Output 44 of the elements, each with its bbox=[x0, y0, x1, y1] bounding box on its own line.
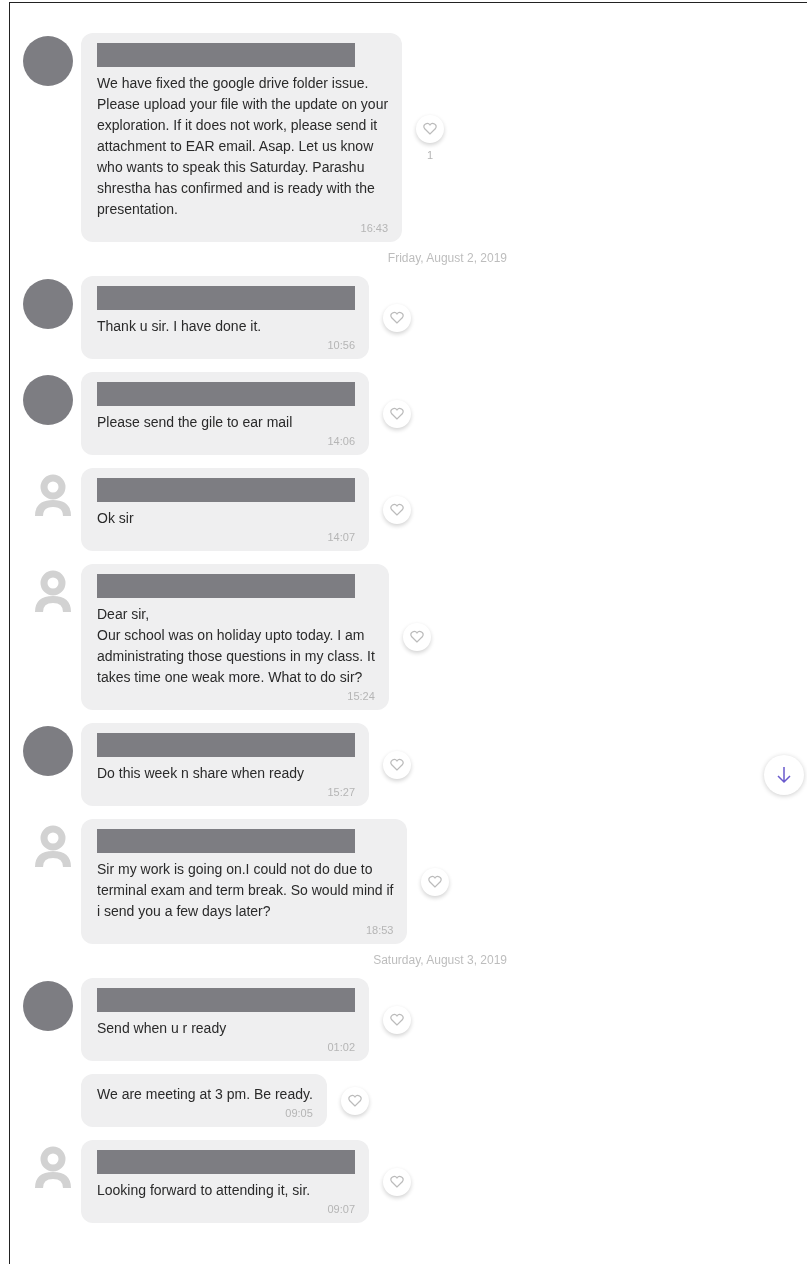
message-time: 10:56 bbox=[326, 339, 355, 351]
message-text: Thank u sir. I have done it. bbox=[97, 317, 263, 336]
avatar-silhouette-icon bbox=[33, 825, 73, 869]
avatar-circle bbox=[23, 279, 73, 329]
avatar-silhouette-icon bbox=[33, 474, 73, 518]
like-button[interactable] bbox=[340, 1086, 369, 1115]
message-text: Dear sir, Our school was on holiday upto today. I am administrating those questions in my class. It takes time one weak more. What to do sir? bbox=[97, 605, 375, 687]
message-time: 15:27 bbox=[326, 786, 355, 798]
like-count: 1 bbox=[427, 148, 434, 161]
message-text: Please send the gile to ear mail bbox=[97, 413, 294, 432]
like-button[interactable] bbox=[421, 867, 450, 896]
date-separator: Saturday, August 3, 2019 bbox=[373, 953, 507, 967]
message-time: 09:07 bbox=[326, 1203, 355, 1215]
message-text: Sir my work is going on.I could not do due to terminal exam and term break. So would mind if i send you a few days later? bbox=[97, 860, 394, 921]
message-time: 14:07 bbox=[326, 531, 355, 543]
date-separator: Friday, August 2, 2019 bbox=[387, 251, 507, 265]
like-button[interactable] bbox=[402, 623, 431, 651]
avatar-silhouette-icon bbox=[33, 1146, 73, 1190]
like-button[interactable] bbox=[383, 303, 411, 332]
message-time: 01:02 bbox=[326, 1041, 355, 1053]
like-button[interactable] bbox=[383, 1005, 411, 1034]
down-arrow-icon bbox=[774, 765, 794, 785]
like-button[interactable] bbox=[383, 1167, 411, 1196]
message-text: Looking forward to attending it, sir. bbox=[97, 1181, 312, 1200]
like-button[interactable] bbox=[383, 750, 411, 779]
avatar-silhouette-icon bbox=[33, 570, 73, 614]
like-button[interactable] bbox=[416, 114, 445, 143]
message-time: 09:05 bbox=[284, 1107, 313, 1119]
avatar-circle bbox=[23, 726, 73, 776]
scroll-down-button[interactable] bbox=[764, 755, 804, 795]
message-text: Ok sir bbox=[97, 509, 135, 528]
like-button[interactable] bbox=[383, 399, 411, 428]
message-time: 16:43 bbox=[359, 222, 389, 234]
message-text: We are meeting at 3 pm. Be ready. bbox=[97, 1085, 313, 1104]
like-button[interactable] bbox=[383, 495, 411, 524]
message-time: 18:53 bbox=[364, 924, 394, 936]
avatar-circle bbox=[23, 981, 73, 1031]
message-text: Send when u r ready bbox=[97, 1019, 228, 1038]
avatar-circle bbox=[23, 36, 73, 86]
avatar-circle bbox=[23, 375, 73, 425]
message-text: Do this week n share when ready bbox=[97, 764, 305, 783]
message-time: 15:24 bbox=[346, 690, 375, 702]
message-time: 14:06 bbox=[326, 435, 355, 447]
message-text: We have fixed the google drive folder issue. Please upload your file with the update on your exploration. If it does not work, please send it attachment to EAR email. Asap. Let us know who wants to speak this Saturday. Parashu shrestha has confirmed and is ready with the presentation. bbox=[97, 74, 389, 219]
